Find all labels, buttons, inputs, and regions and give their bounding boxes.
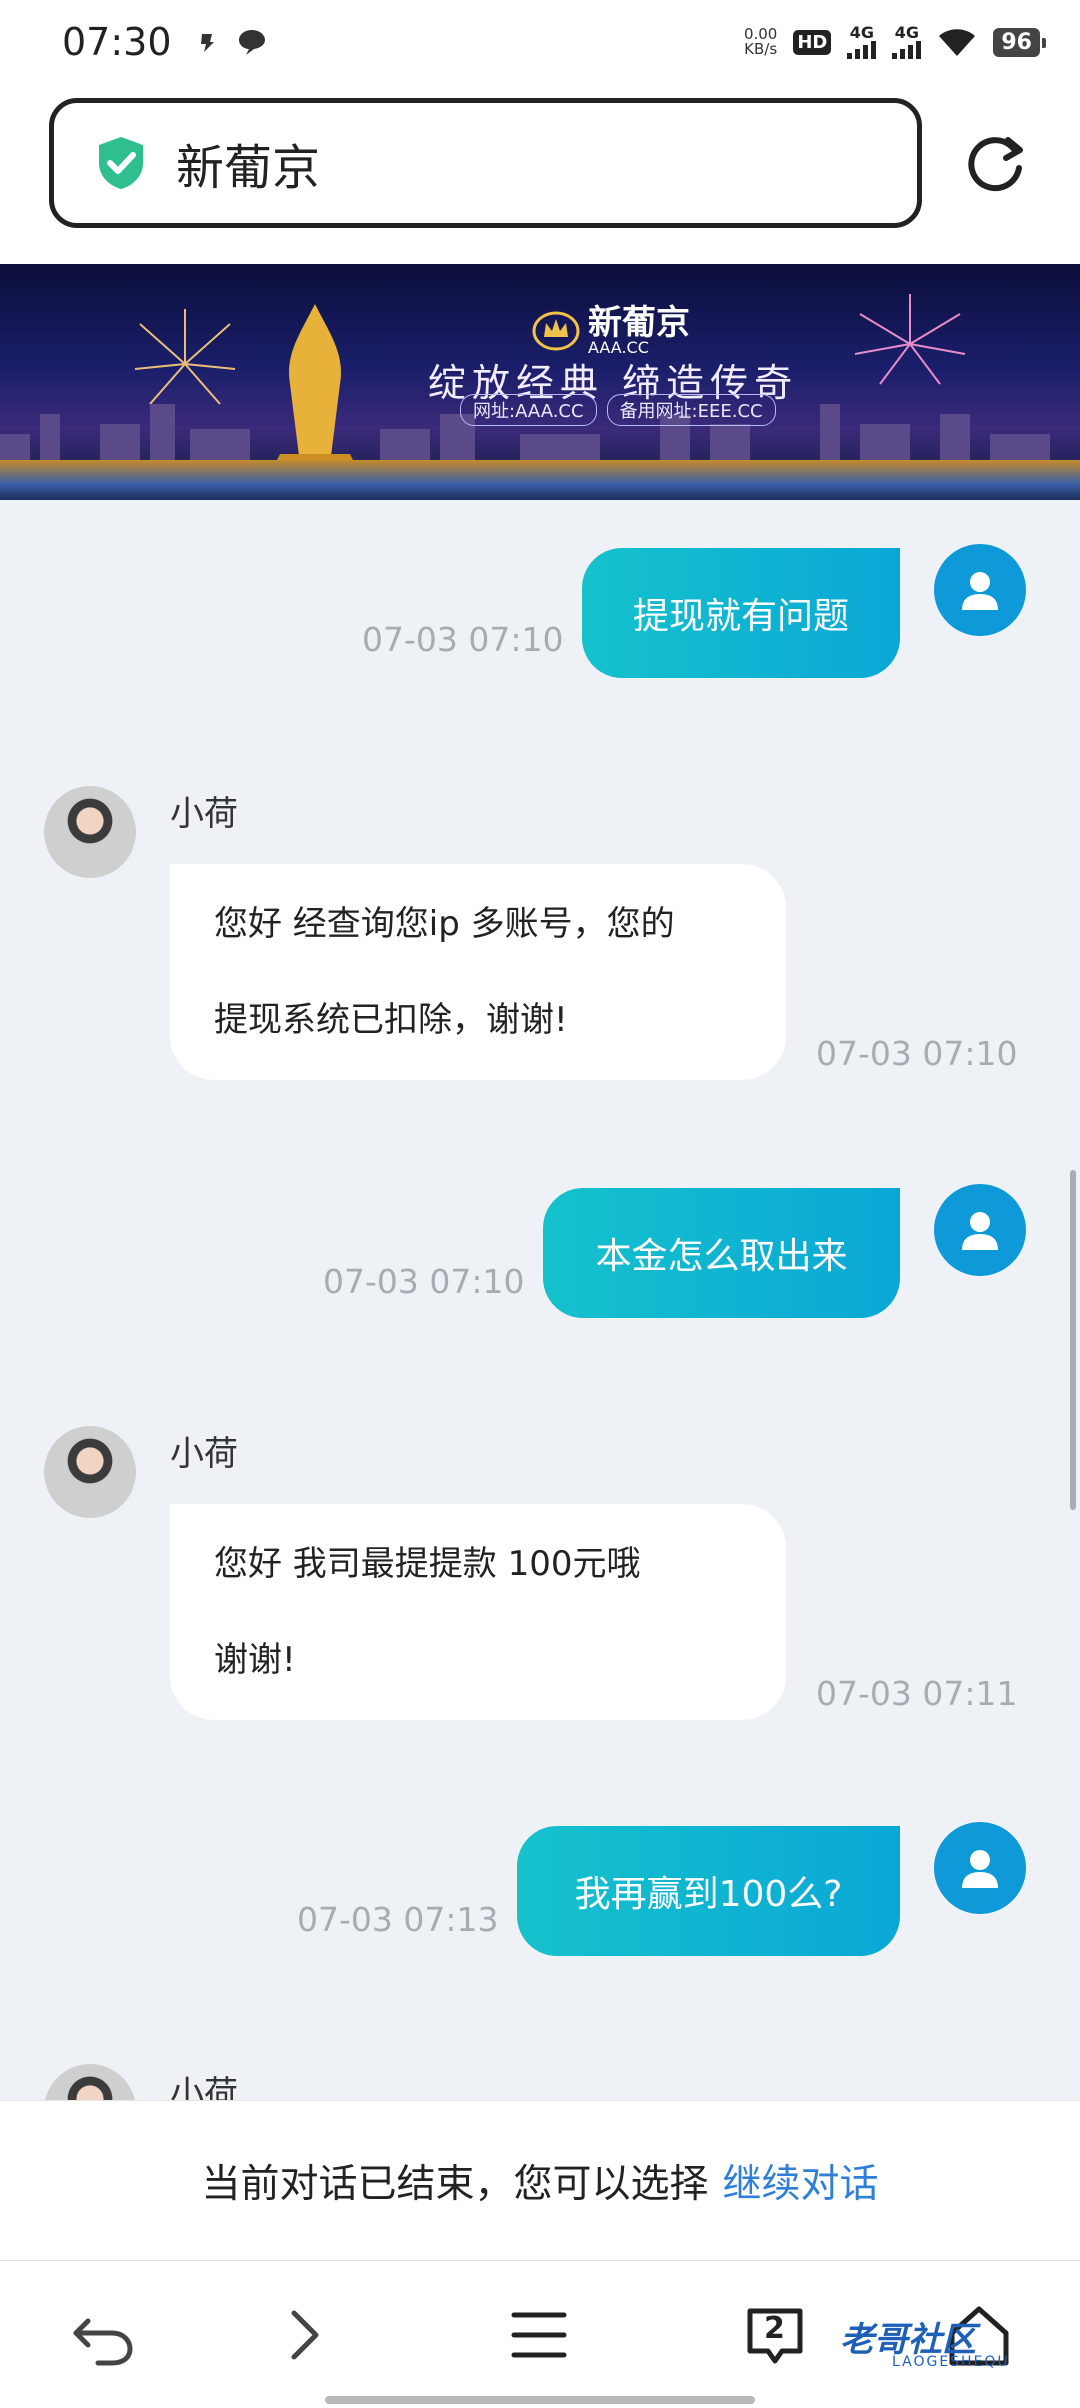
- chat-area[interactable]: 提现就有问题 07-03 07:10 小荷 您好 经查询您ip 多账号，您的 提…: [0, 500, 1080, 2100]
- message-line: 您好 经查询您ip 多账号，您的: [214, 904, 675, 944]
- gesture-handle[interactable]: [325, 2396, 755, 2404]
- status-notification-icons: [196, 27, 268, 57]
- watermark-sub: LAOGESHEQU: [892, 2354, 1010, 2370]
- message-bubble-incoming: 您好 经查询您ip 多账号，您的 提现系统已扣除，谢谢!: [170, 864, 786, 1080]
- message-timestamp: 07-03 07:11: [816, 1674, 1018, 1713]
- message-line: 您好 我司最提提款 100元哦: [214, 1544, 641, 1584]
- notification-icon: [200, 34, 214, 52]
- message-timestamp: 07-03 07:10: [816, 1034, 1018, 1073]
- message-line: 谢谢!: [214, 1640, 296, 1680]
- continue-conversation-link[interactable]: 继续对话: [723, 2153, 879, 2209]
- battery-indicator: 96: [993, 27, 1046, 57]
- message-timestamp: 07-03 07:10: [362, 620, 564, 659]
- ad-banner[interactable]: 新葡京 AAA.CC 绽放经典 缔造传奇 网址:AAA.CC 备用网址:EEE.…: [0, 264, 1080, 500]
- user-icon: [962, 1850, 998, 1888]
- message-bubble-outgoing: 本金怎么取出来: [543, 1188, 900, 1318]
- sim1-label: 4G: [849, 23, 874, 42]
- chat-bubble-icon: [238, 30, 265, 55]
- agent-name: 小荷: [170, 794, 238, 834]
- user-icon: [962, 1212, 998, 1250]
- back-icon[interactable]: [68, 2301, 138, 2371]
- user-avatar: [934, 1822, 1026, 1914]
- message-timestamp: 07-03 07:13: [297, 1900, 499, 1939]
- status-bar: 07:30 0.00 KB/s HD 4G 4G 96: [0, 0, 1080, 84]
- banner-url-main: 网址:AAA.CC: [460, 394, 597, 426]
- user-avatar: [934, 1184, 1026, 1276]
- agent-avatar: [44, 786, 136, 878]
- user-avatar: [934, 544, 1026, 636]
- banner-url-backup: 备用网址:EEE.CC: [606, 394, 776, 426]
- page-title: 新葡京: [176, 140, 321, 196]
- agent-avatar: [44, 1426, 136, 1518]
- signal-sim2-icon: 4G: [892, 23, 922, 59]
- conversation-ended-bar: 当前对话已结束，您可以选择 继续对话: [0, 2100, 1080, 2260]
- crown-logo-icon: [532, 311, 580, 351]
- reload-icon[interactable]: [960, 128, 1030, 198]
- sim2-label: 4G: [894, 23, 919, 42]
- scrollbar-thumb[interactable]: [1070, 1170, 1076, 1510]
- conversation-ended-text: 当前对话已结束，您可以选择: [201, 2161, 709, 2207]
- signal-sim1-icon: 4G: [847, 23, 877, 59]
- menu-icon[interactable]: [504, 2301, 574, 2371]
- forward-icon[interactable]: [270, 2301, 340, 2371]
- message-bubble-outgoing: 我再赢到100么?: [517, 1826, 900, 1956]
- agent-name: 小荷: [170, 2074, 238, 2100]
- status-time: 07:30: [62, 20, 172, 64]
- message-line: 提现系统已扣除，谢谢!: [214, 1000, 568, 1040]
- message-bubble-incoming: 您好 我司最提提款 100元哦 谢谢!: [170, 1504, 786, 1720]
- tab-count: 2: [764, 2311, 785, 2346]
- banner-water: [0, 460, 1080, 500]
- banner-brand: 新葡京: [588, 303, 690, 343]
- message-timestamp: 07-03 07:10: [323, 1262, 525, 1301]
- hd-badge: HD: [793, 29, 832, 55]
- net-speed-unit: KB/s: [744, 40, 778, 58]
- net-speed: 0.00 KB/s: [744, 27, 777, 57]
- shield-check-icon: [99, 137, 143, 189]
- message-bubble-outgoing: 提现就有问题: [582, 548, 900, 678]
- agent-name: 小荷: [170, 1434, 238, 1474]
- agent-avatar: [44, 2064, 136, 2100]
- banner-logo: 新葡京 AAA.CC: [532, 306, 690, 356]
- status-right-group: 0.00 KB/s HD 4G 4G 96: [744, 23, 1046, 59]
- address-bar-area: 新葡京: [0, 84, 1080, 264]
- user-icon: [962, 572, 998, 610]
- address-bar[interactable]: 新葡京: [49, 98, 922, 228]
- banner-urls: 网址:AAA.CC 备用网址:EEE.CC: [460, 394, 776, 426]
- wifi-icon: [939, 29, 976, 56]
